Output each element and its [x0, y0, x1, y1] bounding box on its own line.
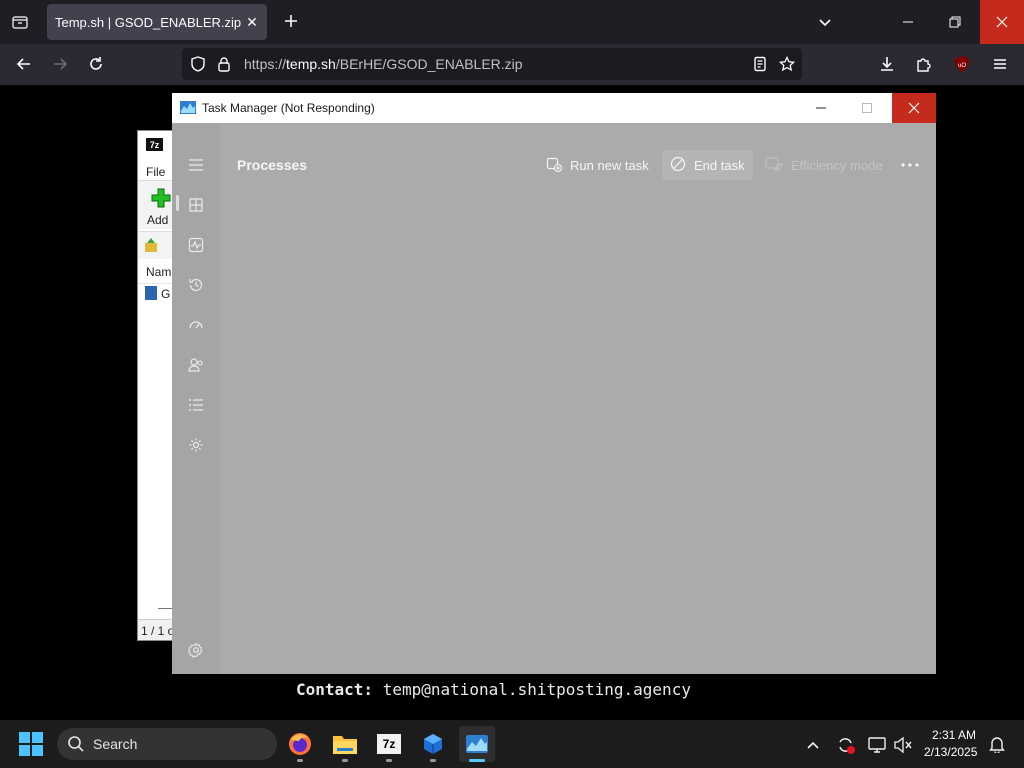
task-manager-content: Processes Run new task End task Efficien…	[220, 123, 936, 674]
tab-list-icon[interactable]	[8, 10, 32, 34]
folder-up-icon[interactable]	[144, 237, 158, 253]
file-icon	[145, 286, 157, 300]
task-manager-app-icon	[180, 101, 196, 114]
clock-time[interactable]: 2:31 AM	[932, 728, 976, 742]
taskbar: Search 7z 2:31 AM 2/13/2025	[0, 720, 1024, 768]
new-tab-icon[interactable]	[280, 10, 302, 32]
clock-date[interactable]: 2/13/2025	[924, 745, 977, 759]
reload-icon[interactable]	[84, 52, 108, 76]
end-task-button[interactable]: End task	[662, 150, 753, 180]
sevenzip-column-name[interactable]: Nam	[146, 265, 171, 279]
sevenzip-menu-file[interactable]: File	[146, 165, 165, 179]
downloads-icon[interactable]	[875, 52, 899, 76]
url-text[interactable]: https://temp.sh/BErHE/GSOD_ENABLER.zip	[244, 56, 523, 72]
contact-label: Contact:	[296, 680, 374, 699]
task-manager-window[interactable]: Task Manager (Not Responding) Processes …	[172, 93, 936, 674]
taskbar-search-box[interactable]: Search	[57, 728, 277, 760]
users-icon[interactable]	[184, 353, 208, 377]
extensions-puzzle-icon[interactable]	[912, 52, 936, 76]
chevron-down-icon[interactable]	[815, 12, 835, 32]
hamburger-menu-icon[interactable]	[988, 52, 1012, 76]
sync-error-icon[interactable]	[835, 734, 857, 756]
task-manager-taskbar-icon[interactable]	[459, 726, 495, 762]
search-icon	[67, 735, 85, 753]
windows-start-icon[interactable]	[18, 731, 44, 757]
firefox-taskbar-icon[interactable]	[282, 726, 318, 762]
close-icon[interactable]	[892, 93, 936, 123]
end-task-label: End task	[694, 157, 745, 173]
page-title: Processes	[237, 157, 308, 173]
search-label: Search	[93, 736, 138, 752]
ublock-origin-icon[interactable]: uO	[950, 52, 974, 76]
browser-nav-bar: https://temp.sh/BErHE/GSOD_ENABLER.zip u…	[0, 44, 1024, 85]
url-path: /BErHE/GSOD_ENABLER.zip	[335, 56, 523, 72]
processes-icon[interactable]	[184, 193, 208, 217]
svg-text:uO: uO	[958, 63, 966, 69]
sevenzip-status: 1 / 1 o	[141, 624, 175, 638]
bookmark-star-icon[interactable]	[775, 52, 799, 76]
run-new-task-icon	[546, 156, 563, 175]
address-bar[interactable]: https://temp.sh/BErHE/GSOD_ENABLER.zip	[182, 48, 802, 80]
more-options-icon[interactable]	[897, 153, 923, 177]
url-prefix: https://	[244, 56, 287, 72]
network-icon[interactable]	[866, 734, 888, 756]
app-history-icon[interactable]	[184, 273, 208, 297]
window-restore-icon[interactable]	[943, 10, 967, 34]
window-close-icon[interactable]	[980, 0, 1024, 44]
reader-view-icon[interactable]	[748, 52, 772, 76]
nav-selection-indicator	[176, 195, 179, 211]
volume-muted-icon[interactable]	[892, 734, 914, 756]
run-new-task-button[interactable]: Run new task	[538, 150, 657, 180]
hamburger-menu-icon[interactable]	[184, 153, 208, 177]
leaf-icon	[765, 156, 783, 175]
task-manager-sidebar	[172, 123, 220, 674]
startup-apps-icon[interactable]	[184, 313, 208, 337]
task-manager-titlebar[interactable]: Task Manager (Not Responding)	[172, 93, 936, 123]
run-new-task-label: Run new task	[570, 157, 649, 173]
tab-close-icon[interactable]: ✕	[243, 13, 261, 31]
efficiency-mode-button[interactable]: Efficiency mode	[757, 150, 891, 180]
sevenzip-taskbar-icon[interactable]: 7z	[371, 726, 407, 762]
browser-tab-bar: Temp.sh | GSOD_ENABLER.zip ✕	[0, 0, 1024, 44]
settings-gear-icon[interactable]	[184, 638, 208, 662]
back-arrow-icon[interactable]	[12, 52, 36, 76]
sevenzip-add-label[interactable]: Add	[147, 213, 168, 227]
minimize-icon[interactable]	[806, 97, 836, 119]
sevenzip-logo-icon: 7z	[146, 138, 163, 151]
maximize-icon[interactable]	[852, 97, 882, 119]
shield-icon[interactable]	[186, 52, 210, 76]
chevron-up-icon[interactable]	[804, 736, 822, 754]
window-minimize-icon[interactable]	[896, 10, 920, 34]
efficiency-mode-label: Efficiency mode	[791, 157, 883, 173]
lock-icon[interactable]	[212, 52, 236, 76]
details-list-icon[interactable]	[184, 393, 208, 417]
performance-icon[interactable]	[184, 233, 208, 257]
cube-app-taskbar-icon[interactable]	[415, 726, 451, 762]
forward-arrow-icon[interactable]	[48, 52, 72, 76]
sevenzip-window[interactable]: 7z File Add Nam G 1 / 1 o	[137, 130, 177, 641]
notification-bell-icon[interactable]	[987, 734, 1007, 754]
add-plus-icon[interactable]	[151, 188, 171, 208]
file-explorer-taskbar-icon[interactable]	[327, 726, 363, 762]
url-domain: temp.sh	[286, 56, 336, 72]
task-manager-title: Task Manager (Not Responding)	[202, 101, 375, 115]
sevenzip-file-row[interactable]: G	[161, 287, 170, 301]
browser-tab-active[interactable]: Temp.sh | GSOD_ENABLER.zip ✕	[47, 4, 267, 40]
contact-line: Contact: temp@national.shitposting.agenc…	[296, 680, 691, 699]
sevenzip-taskbar-label: 7z	[377, 734, 401, 754]
end-task-icon	[670, 156, 686, 175]
contact-email[interactable]: temp@national.shitposting.agency	[383, 680, 691, 699]
services-icon[interactable]	[184, 433, 208, 457]
tab-title: Temp.sh | GSOD_ENABLER.zip	[55, 15, 242, 30]
